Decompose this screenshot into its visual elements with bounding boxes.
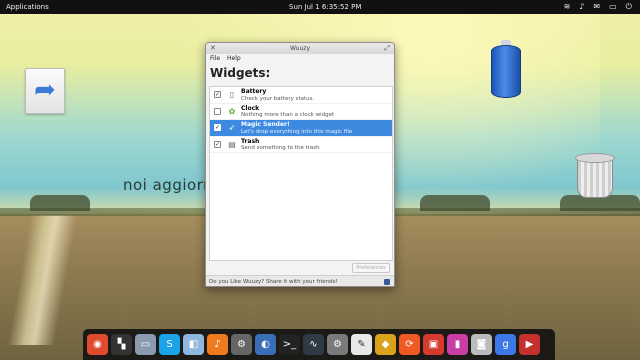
- text-editor-icon[interactable]: ✎: [351, 334, 372, 355]
- list-item[interactable]: ✓ ▤ Trash Send something to the trash: [210, 137, 392, 153]
- trash-can-body: [577, 158, 613, 198]
- checkbox[interactable]: ✓: [214, 91, 221, 98]
- sound-icon[interactable]: ♪: [579, 2, 584, 12]
- widget-description: Nothing more than a clock widget: [241, 112, 335, 118]
- files-icon[interactable]: ▭: [135, 334, 156, 355]
- widget-list: ✓ ▯ Battery Check your battery status. ✿…: [209, 86, 393, 261]
- music-icon[interactable]: ♪: [207, 334, 228, 355]
- facebook-icon[interactable]: [384, 279, 390, 285]
- media-player-icon[interactable]: ▶: [519, 334, 540, 355]
- dashboard-icon[interactable]: ▚: [111, 334, 132, 355]
- widget-description: Check your battery status.: [241, 95, 315, 102]
- list-item[interactable]: ✓ ▯ Battery Check your battery status.: [210, 87, 392, 104]
- maximize-icon[interactable]: ⤢: [384, 43, 390, 54]
- close-icon[interactable]: ✕: [210, 43, 216, 54]
- window-title: Wuuzy: [289, 45, 311, 52]
- widget-name: Battery: [241, 88, 267, 95]
- trash-icon[interactable]: [575, 153, 615, 199]
- indicator-area: ≋ ♪ ✉ ▭ ⏻: [564, 2, 632, 12]
- battery-icon[interactable]: ▭: [609, 2, 617, 12]
- emerald-icon[interactable]: ◆: [375, 334, 396, 355]
- finder-icon[interactable]: ◧: [183, 334, 204, 355]
- page-title: Widgets:: [210, 66, 271, 80]
- top-panel: Applications Sun Jul 1 6:35:52 PM ≋ ♪ ✉ …: [0, 0, 640, 14]
- system-settings-icon[interactable]: ⚙: [327, 334, 348, 355]
- checkbox[interactable]: [214, 107, 221, 115]
- power-icon[interactable]: ⏻: [626, 2, 632, 12]
- share-message: Do you Like Wuuzy? Share it with your fr…: [209, 279, 338, 285]
- skype-icon[interactable]: S: [159, 334, 180, 355]
- menu-file[interactable]: File: [210, 54, 220, 64]
- widget-name: Magic Sender!: [241, 121, 290, 128]
- list-item[interactable]: ✓ ➶ Magic Sender! Let's drop everything …: [210, 120, 392, 137]
- tree-cluster: [420, 195, 490, 211]
- dock: ◉ ▚ ▭ S ◧ ♪ ⚙ ◐ >_ ∿ ⚙ ✎ ◆ ⟳ ▣ ▮ ◙ g ▶: [83, 329, 555, 360]
- battery-icon: ▯: [229, 90, 235, 99]
- widget-name: Trash: [241, 137, 260, 145]
- preferences-button[interactable]: Preferences: [352, 263, 390, 273]
- menu-bar: File Help: [206, 54, 394, 64]
- dirt-road: [0, 215, 80, 345]
- applications-menu[interactable]: Applications: [6, 3, 49, 11]
- clock[interactable]: Sun Jul 1 6:35:52 PM: [289, 3, 361, 11]
- widget-description: Send something to the trash: [241, 145, 320, 151]
- battery-body: [491, 45, 521, 98]
- chrome-icon[interactable]: ◉: [87, 334, 108, 355]
- camera-icon[interactable]: ◙: [471, 334, 492, 355]
- system-monitor-icon[interactable]: ∿: [303, 334, 324, 355]
- widget-description: Let's drop everything into this magic fi…: [241, 128, 353, 135]
- trash-can-rim: [575, 153, 615, 163]
- status-bar: Do you Like Wuuzy? Share it with your fr…: [206, 275, 394, 286]
- paper-plane-icon: ➶: [228, 123, 236, 132]
- wuuzy-window: ✕ Wuuzy ⤢ File Help Widgets: ✓ ▯ Battery…: [205, 42, 395, 287]
- battery-widget-icon[interactable]: [491, 40, 521, 98]
- clock-leaf-icon: ✿: [228, 106, 236, 116]
- wifi-icon[interactable]: ≋: [564, 2, 571, 12]
- window-titlebar[interactable]: ✕ Wuuzy ⤢: [206, 43, 394, 54]
- mail-icon[interactable]: ✉: [593, 2, 600, 12]
- checkbox[interactable]: ✓: [214, 124, 221, 131]
- list-item[interactable]: ✿ Clock Nothing more than a clock widget: [210, 104, 392, 120]
- eclipse-icon[interactable]: ◐: [255, 334, 276, 355]
- document-icon[interactable]: ➦: [25, 68, 65, 114]
- share-arrow-icon: ➦: [34, 75, 56, 105]
- tree-cluster: [30, 195, 90, 211]
- widget-name: Clock: [241, 104, 260, 112]
- google-icon[interactable]: g: [495, 334, 516, 355]
- terminal-icon[interactable]: >_: [279, 334, 300, 355]
- trash-icon: ▤: [228, 139, 236, 149]
- notebook-icon[interactable]: ▮: [447, 334, 468, 355]
- sync-icon[interactable]: ⟳: [399, 334, 420, 355]
- settings-icon[interactable]: ⚙: [231, 334, 252, 355]
- menu-help[interactable]: Help: [227, 54, 241, 64]
- checkbox[interactable]: ✓: [214, 140, 221, 148]
- presentation-icon[interactable]: ▣: [423, 334, 444, 355]
